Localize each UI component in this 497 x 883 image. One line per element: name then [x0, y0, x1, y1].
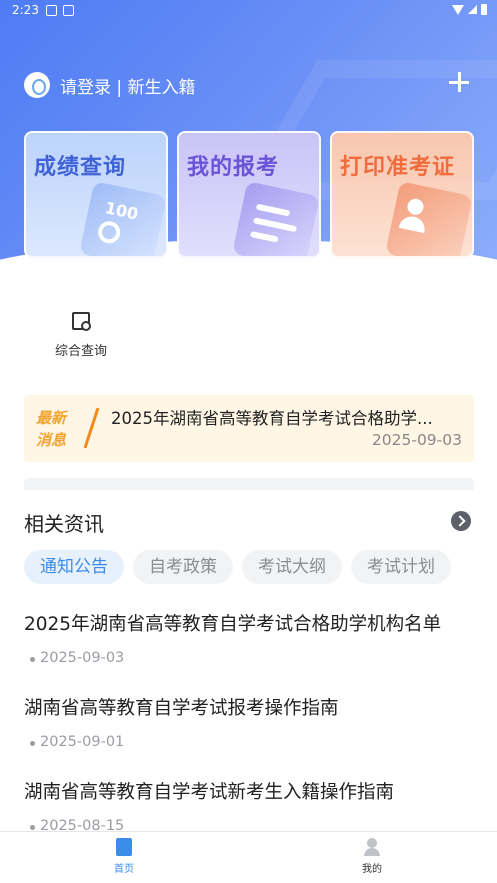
news-title[interactable]: 2025年湖南省高等教育自学考试合格助学机构名单 [24, 610, 474, 636]
latest-news-badge: 最新 消息 [36, 409, 67, 449]
chevron-right-icon[interactable] [451, 511, 471, 531]
login-row[interactable]: 请登录 | 新生入籍 [24, 72, 196, 98]
login-text[interactable]: 请登录 | 新生入籍 [60, 73, 196, 98]
ticker-divider [83, 407, 100, 449]
user-icon [364, 838, 380, 856]
nav-me[interactable]: 我的 [332, 838, 412, 875]
card-title: 成绩查询 [34, 155, 127, 180]
news-title[interactable]: 湖南省高等教育自学考试报考操作指南 [24, 694, 474, 720]
query-icon [72, 312, 91, 331]
wifi-icon [452, 4, 464, 15]
tab-syllabus[interactable]: 考试大纲 [242, 550, 342, 584]
news-tabs: 通知公告 自考政策 考试大纲 考试计划 [24, 550, 473, 586]
nav-home[interactable]: 首页 [84, 838, 164, 875]
battery-icon [481, 4, 487, 15]
home-screen: 2:23 请登录 | 新生入籍 成绩查询 100 我的报考 打印准考证 综合查询… [0, 0, 497, 883]
system-icons [452, 4, 487, 15]
list-item[interactable]: 2025年湖南省高等教育自学考试合格助学机构名单 2025-09-03 [24, 610, 474, 666]
list-item[interactable]: 湖南省高等教育自学考试新考生入籍操作指南 2025-08-15 [24, 778, 474, 834]
status-time: 2:23 [12, 3, 39, 17]
score-query-card[interactable]: 成绩查询 100 [24, 131, 168, 258]
tab-exam-plan[interactable]: 考试计划 [351, 550, 451, 584]
quick-action-label: 综合查询 [54, 344, 107, 359]
section-title: 相关资讯 [24, 512, 104, 536]
news-ticker[interactable]: 最新 消息 2025年湖南省高等教育自学考试合格助学... 2025-09-03 [24, 395, 474, 462]
signal-icon [468, 5, 477, 14]
section-divider [24, 478, 474, 490]
list-item[interactable]: 湖南省高等教育自学考试报考操作指南 2025-09-01 [24, 694, 474, 750]
avatar-icon[interactable] [24, 72, 50, 98]
tab-policy[interactable]: 自考政策 [133, 550, 233, 584]
news-date: 2025-09-03 [24, 650, 474, 666]
print-admission-card[interactable]: 打印准考证 [330, 131, 474, 258]
status-bar: 2:23 [0, 0, 497, 22]
notification-icons [46, 5, 74, 16]
app-notification-icon [63, 5, 74, 16]
admission-ticket-icon [385, 181, 472, 256]
score-icon: 100 [79, 181, 166, 256]
add-icon[interactable] [447, 70, 471, 94]
document-icon [116, 838, 132, 856]
ticker-date: 2025-09-03 [371, 431, 462, 449]
nav-label: 我的 [362, 864, 382, 875]
card-title: 打印准考证 [340, 155, 456, 180]
image-notification-icon [46, 5, 57, 16]
nav-label: 首页 [114, 864, 134, 875]
my-registration-card[interactable]: 我的报考 [177, 131, 321, 258]
comprehensive-query-button[interactable]: 综合查询 [46, 312, 116, 359]
feature-cards: 成绩查询 100 我的报考 打印准考证 [24, 131, 474, 258]
ticker-text[interactable]: 2025年湖南省高等教育自学考试合格助学... [111, 405, 456, 429]
bottom-nav: 首页 我的 [0, 831, 497, 883]
tab-announcements[interactable]: 通知公告 [24, 550, 124, 584]
news-title[interactable]: 湖南省高等教育自学考试新考生入籍操作指南 [24, 778, 474, 804]
registration-icon [232, 181, 319, 256]
card-title: 我的报考 [187, 155, 280, 180]
news-date: 2025-09-01 [24, 734, 474, 750]
